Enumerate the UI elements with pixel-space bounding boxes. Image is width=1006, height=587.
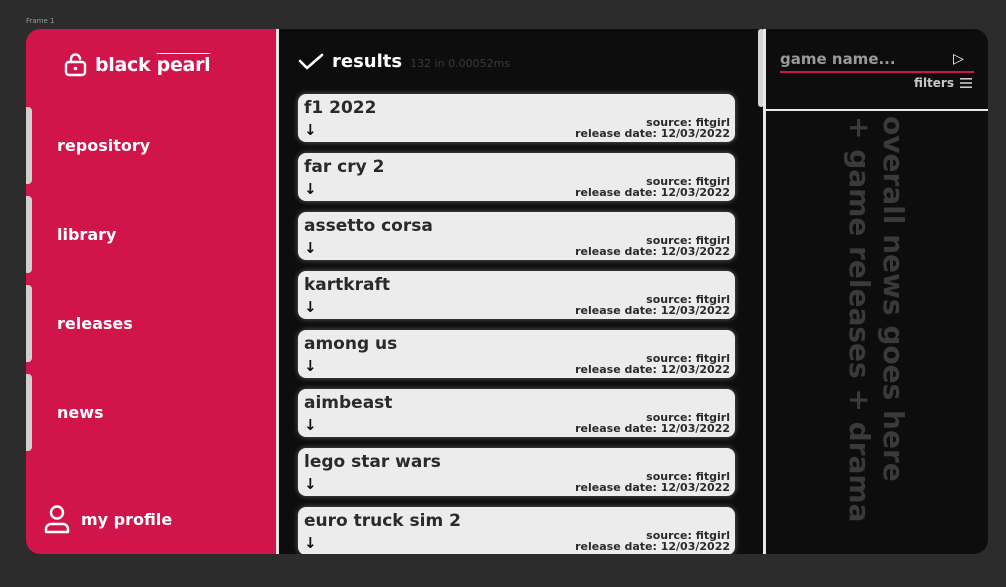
game-release-date: release date: 12/03/2022	[575, 304, 730, 317]
user-icon	[44, 505, 70, 534]
game-title: kartkraft	[304, 275, 390, 295]
game-title: among us	[304, 334, 398, 354]
arrow-down-icon[interactable]: ↓	[304, 534, 317, 552]
game-title: assetto corsa	[304, 216, 433, 236]
game-title: lego star wars	[304, 452, 441, 472]
game-title: f1 2022	[304, 98, 377, 118]
play-icon[interactable]: ▷	[953, 51, 964, 67]
result-card[interactable]: among us ↓ source: fitgirl release date:…	[298, 330, 735, 378]
sidebar-item-label: news	[57, 403, 104, 422]
results-header: results 132 in 0.00052ms	[298, 51, 510, 72]
game-release-date: release date: 12/03/2022	[575, 186, 730, 199]
profile-link[interactable]: my profile	[43, 504, 172, 534]
arrow-down-icon[interactable]: ↓	[304, 475, 317, 493]
game-release-date: release date: 12/03/2022	[575, 422, 730, 435]
nav-indicator	[26, 107, 32, 184]
result-card[interactable]: f1 2022 ↓ source: fitgirl release date: …	[298, 94, 735, 142]
arrow-down-icon[interactable]: ↓	[304, 180, 317, 198]
arrow-down-icon[interactable]: ↓	[304, 357, 317, 375]
game-title: aimbeast	[304, 393, 393, 413]
app-window: black pearl repository library releases …	[26, 29, 988, 554]
check-icon	[298, 53, 324, 69]
results-title: results	[332, 51, 403, 72]
sidebar-item-repository[interactable]: repository	[26, 107, 276, 184]
sidebar-item-library[interactable]: library	[26, 196, 276, 273]
arrow-down-icon[interactable]: ↓	[304, 416, 317, 434]
nav-indicator	[26, 374, 32, 451]
menu-icon	[960, 78, 972, 88]
brand-logo[interactable]: black pearl	[64, 53, 211, 77]
search-input[interactable]	[780, 50, 950, 68]
result-card[interactable]: assetto corsa ↓ source: fitgirl release …	[298, 212, 735, 260]
profile-label: my profile	[81, 509, 173, 529]
sidebar-item-label: library	[57, 225, 117, 244]
game-release-date: release date: 12/03/2022	[575, 540, 730, 553]
arrow-down-icon[interactable]: ↓	[304, 298, 317, 316]
news-area: overall news goes here + game releases +…	[778, 111, 974, 554]
game-title: euro truck sim 2	[304, 511, 461, 531]
news-placeholder: overall news goes here + game releases +…	[842, 116, 910, 522]
sidebar-item-label: releases	[57, 314, 133, 333]
result-card[interactable]: euro truck sim 2 ↓ source: fitgirl relea…	[298, 507, 735, 554]
game-title: far cry 2	[304, 157, 385, 177]
news-line-1: overall news goes here	[877, 116, 910, 483]
sidebar-item-releases[interactable]: releases	[26, 285, 276, 362]
result-card[interactable]: kartkraft ↓ source: fitgirl release date…	[298, 271, 735, 319]
search-underline	[780, 71, 974, 73]
frame-label: Frame 1	[26, 17, 55, 25]
result-card[interactable]: far cry 2 ↓ source: fitgirl release date…	[298, 153, 735, 201]
filters-button[interactable]: filters	[914, 76, 972, 90]
sidebar-item-news[interactable]: news	[26, 374, 276, 451]
sidebar-item-label: repository	[57, 136, 151, 155]
filters-label: filters	[914, 76, 954, 90]
arrow-down-icon[interactable]: ↓	[304, 121, 317, 139]
sidebar: black pearl repository library releases …	[26, 29, 276, 554]
result-card[interactable]: lego star wars ↓ source: fitgirl release…	[298, 448, 735, 496]
game-release-date: release date: 12/03/2022	[575, 363, 730, 376]
arrow-down-icon[interactable]: ↓	[304, 239, 317, 257]
game-release-date: release date: 12/03/2022	[575, 245, 730, 258]
game-release-date: release date: 12/03/2022	[575, 481, 730, 494]
nav-indicator	[26, 196, 32, 273]
search-panel: ▷ filters overall news goes here + game …	[766, 29, 988, 554]
brand-name-end: pearl	[156, 54, 211, 76]
brand-name: black pearl	[95, 54, 211, 76]
game-release-date: release date: 12/03/2022	[575, 127, 730, 140]
brand-name-start: black	[95, 54, 157, 76]
results-list: f1 2022 ↓ source: fitgirl release date: …	[298, 94, 735, 554]
news-line-2: + game releases + drama	[843, 116, 876, 523]
result-card[interactable]: aimbeast ↓ source: fitgirl release date:…	[298, 389, 735, 437]
lock-icon	[64, 53, 87, 77]
sidebar-divider	[276, 29, 279, 554]
results-count: 132 in 0.00052ms	[410, 57, 511, 70]
nav-indicator	[26, 285, 32, 362]
